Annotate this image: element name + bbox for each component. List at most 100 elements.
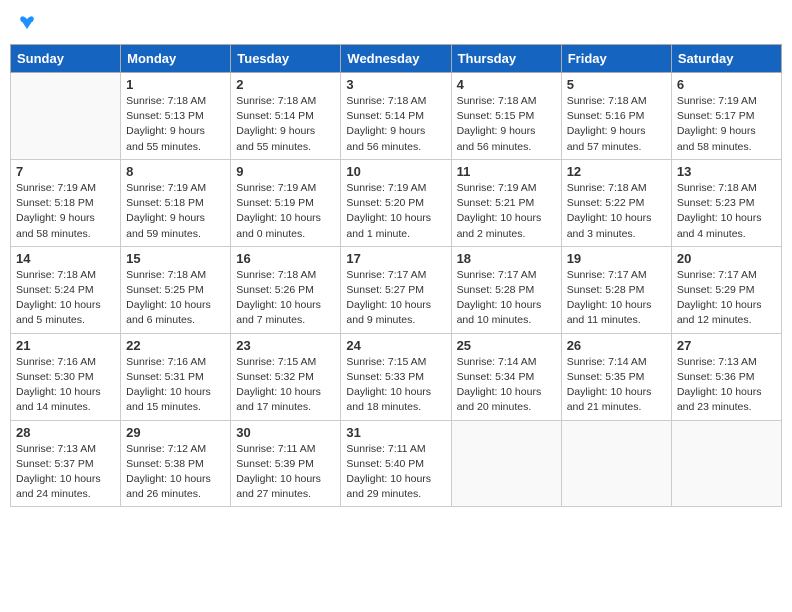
day-number: 21 xyxy=(16,338,115,353)
logo xyxy=(16,14,36,32)
calendar-cell: 3 Sunrise: 7:18 AMSunset: 5:14 PMDaylight… xyxy=(341,73,451,160)
calendar-cell: 19 Sunrise: 7:17 AMSunset: 5:28 PMDayligh… xyxy=(561,246,671,333)
calendar-cell: 12 Sunrise: 7:18 AMSunset: 5:22 PMDayligh… xyxy=(561,159,671,246)
week-row-3: 14 Sunrise: 7:18 AMSunset: 5:24 PMDayligh… xyxy=(11,246,782,333)
day-info: Sunrise: 7:14 AMSunset: 5:34 PMDaylight:… xyxy=(457,355,556,416)
day-header-wednesday: Wednesday xyxy=(341,45,451,73)
calendar-cell: 18 Sunrise: 7:17 AMSunset: 5:28 PMDayligh… xyxy=(451,246,561,333)
day-info: Sunrise: 7:18 AMSunset: 5:26 PMDaylight:… xyxy=(236,268,335,329)
day-number: 3 xyxy=(346,77,445,92)
calendar-cell: 16Sunrise: 7:18 AMSunset: 5:26 PMDayligh… xyxy=(231,246,341,333)
week-row-4: 21 Sunrise: 7:16 AMSunset: 5:30 PMDayligh… xyxy=(11,333,782,420)
calendar-cell xyxy=(671,420,781,507)
day-info: Sunrise: 7:18 AMSunset: 5:14 PMDaylight:… xyxy=(346,94,445,155)
calendar-cell: 6 Sunrise: 7:19 AMSunset: 5:17 PMDaylight… xyxy=(671,73,781,160)
day-number: 12 xyxy=(567,164,666,179)
day-number: 19 xyxy=(567,251,666,266)
day-info: Sunrise: 7:19 AMSunset: 5:18 PMDaylight:… xyxy=(16,181,115,242)
calendar-cell: 7 Sunrise: 7:19 AMSunset: 5:18 PMDaylight… xyxy=(11,159,121,246)
day-info: Sunrise: 7:15 AMSunset: 5:33 PMDaylight:… xyxy=(346,355,445,416)
calendar-cell: 4Sunrise: 7:18 AMSunset: 5:15 PMDaylight… xyxy=(451,73,561,160)
day-number: 5 xyxy=(567,77,666,92)
day-number: 26 xyxy=(567,338,666,353)
calendar-cell: 20 Sunrise: 7:17 AMSunset: 5:29 PMDayligh… xyxy=(671,246,781,333)
day-number: 6 xyxy=(677,77,776,92)
day-number: 14 xyxy=(16,251,115,266)
calendar-cell: 29 Sunrise: 7:12 AMSunset: 5:38 PMDayligh… xyxy=(121,420,231,507)
calendar-cell: 14 Sunrise: 7:18 AMSunset: 5:24 PMDayligh… xyxy=(11,246,121,333)
day-info: Sunrise: 7:12 AMSunset: 5:38 PMDaylight:… xyxy=(126,442,225,503)
day-info: Sunrise: 7:17 AMSunset: 5:27 PMDaylight:… xyxy=(346,268,445,329)
day-info: Sunrise: 7:15 AMSunset: 5:32 PMDaylight:… xyxy=(236,355,335,416)
calendar-cell: 24 Sunrise: 7:15 AMSunset: 5:33 PMDayligh… xyxy=(341,333,451,420)
day-info: Sunrise: 7:18 AMSunset: 5:22 PMDaylight:… xyxy=(567,181,666,242)
calendar-cell xyxy=(561,420,671,507)
day-info: Sunrise: 7:19 AMSunset: 5:17 PMDaylight:… xyxy=(677,94,776,155)
calendar-cell: 15 Sunrise: 7:18 AMSunset: 5:25 PMDayligh… xyxy=(121,246,231,333)
day-info: Sunrise: 7:18 AMSunset: 5:16 PMDaylight:… xyxy=(567,94,666,155)
calendar-cell: 9 Sunrise: 7:19 AMSunset: 5:19 PMDaylight… xyxy=(231,159,341,246)
day-info: Sunrise: 7:18 AMSunset: 5:24 PMDaylight:… xyxy=(16,268,115,329)
logo-bird-icon xyxy=(18,14,36,32)
day-number: 24 xyxy=(346,338,445,353)
week-row-1: 1 Sunrise: 7:18 AMSunset: 5:13 PMDaylight… xyxy=(11,73,782,160)
day-info: Sunrise: 7:18 AMSunset: 5:23 PMDaylight:… xyxy=(677,181,776,242)
day-info: Sunrise: 7:13 AMSunset: 5:36 PMDaylight:… xyxy=(677,355,776,416)
calendar-cell: 25 Sunrise: 7:14 AMSunset: 5:34 PMDayligh… xyxy=(451,333,561,420)
day-number: 31 xyxy=(346,425,445,440)
day-info: Sunrise: 7:17 AMSunset: 5:29 PMDaylight:… xyxy=(677,268,776,329)
day-number: 9 xyxy=(236,164,335,179)
day-number: 15 xyxy=(126,251,225,266)
day-info: Sunrise: 7:19 AMSunset: 5:19 PMDaylight:… xyxy=(236,181,335,242)
calendar-cell: 27 Sunrise: 7:13 AMSunset: 5:36 PMDayligh… xyxy=(671,333,781,420)
day-header-tuesday: Tuesday xyxy=(231,45,341,73)
day-number: 27 xyxy=(677,338,776,353)
day-info: Sunrise: 7:17 AMSunset: 5:28 PMDaylight:… xyxy=(457,268,556,329)
day-header-sunday: Sunday xyxy=(11,45,121,73)
day-info: Sunrise: 7:18 AMSunset: 5:25 PMDaylight:… xyxy=(126,268,225,329)
day-number: 11 xyxy=(457,164,556,179)
day-headers-row: SundayMondayTuesdayWednesdayThursdayFrid… xyxy=(11,45,782,73)
header xyxy=(10,10,782,36)
day-number: 13 xyxy=(677,164,776,179)
day-info: Sunrise: 7:19 AMSunset: 5:18 PMDaylight:… xyxy=(126,181,225,242)
day-number: 22 xyxy=(126,338,225,353)
calendar-cell: 5 Sunrise: 7:18 AMSunset: 5:16 PMDaylight… xyxy=(561,73,671,160)
day-info: Sunrise: 7:18 AMSunset: 5:13 PMDaylight:… xyxy=(126,94,225,155)
day-info: Sunrise: 7:18 AMSunset: 5:15 PMDaylight:… xyxy=(457,94,556,155)
day-info: Sunrise: 7:16 AMSunset: 5:30 PMDaylight:… xyxy=(16,355,115,416)
calendar-cell: 11Sunrise: 7:19 AMSunset: 5:21 PMDayligh… xyxy=(451,159,561,246)
calendar-cell: 26 Sunrise: 7:14 AMSunset: 5:35 PMDayligh… xyxy=(561,333,671,420)
calendar-cell: 13 Sunrise: 7:18 AMSunset: 5:23 PMDayligh… xyxy=(671,159,781,246)
calendar-cell: 31 Sunrise: 7:11 AMSunset: 5:40 PMDayligh… xyxy=(341,420,451,507)
week-row-2: 7 Sunrise: 7:19 AMSunset: 5:18 PMDaylight… xyxy=(11,159,782,246)
day-header-friday: Friday xyxy=(561,45,671,73)
day-number: 17 xyxy=(346,251,445,266)
calendar-cell: 23 Sunrise: 7:15 AMSunset: 5:32 PMDayligh… xyxy=(231,333,341,420)
calendar-cell xyxy=(451,420,561,507)
day-number: 1 xyxy=(126,77,225,92)
day-number: 28 xyxy=(16,425,115,440)
calendar-cell: 1 Sunrise: 7:18 AMSunset: 5:13 PMDaylight… xyxy=(121,73,231,160)
day-number: 7 xyxy=(16,164,115,179)
calendar-cell: 22 Sunrise: 7:16 AMSunset: 5:31 PMDayligh… xyxy=(121,333,231,420)
calendar-cell xyxy=(11,73,121,160)
day-number: 20 xyxy=(677,251,776,266)
calendar-cell: 2Sunrise: 7:18 AMSunset: 5:14 PMDaylight… xyxy=(231,73,341,160)
day-info: Sunrise: 7:11 AMSunset: 5:40 PMDaylight:… xyxy=(346,442,445,503)
day-number: 18 xyxy=(457,251,556,266)
day-info: Sunrise: 7:17 AMSunset: 5:28 PMDaylight:… xyxy=(567,268,666,329)
day-info: Sunrise: 7:14 AMSunset: 5:35 PMDaylight:… xyxy=(567,355,666,416)
day-header-saturday: Saturday xyxy=(671,45,781,73)
day-info: Sunrise: 7:13 AMSunset: 5:37 PMDaylight:… xyxy=(16,442,115,503)
day-number: 23 xyxy=(236,338,335,353)
calendar-cell: 30Sunrise: 7:11 AMSunset: 5:39 PMDayligh… xyxy=(231,420,341,507)
day-header-monday: Monday xyxy=(121,45,231,73)
day-number: 29 xyxy=(126,425,225,440)
day-info: Sunrise: 7:18 AMSunset: 5:14 PMDaylight:… xyxy=(236,94,335,155)
day-number: 10 xyxy=(346,164,445,179)
day-number: 25 xyxy=(457,338,556,353)
calendar-cell: 21 Sunrise: 7:16 AMSunset: 5:30 PMDayligh… xyxy=(11,333,121,420)
day-info: Sunrise: 7:16 AMSunset: 5:31 PMDaylight:… xyxy=(126,355,225,416)
calendar-cell: 8Sunrise: 7:19 AMSunset: 5:18 PMDaylight… xyxy=(121,159,231,246)
